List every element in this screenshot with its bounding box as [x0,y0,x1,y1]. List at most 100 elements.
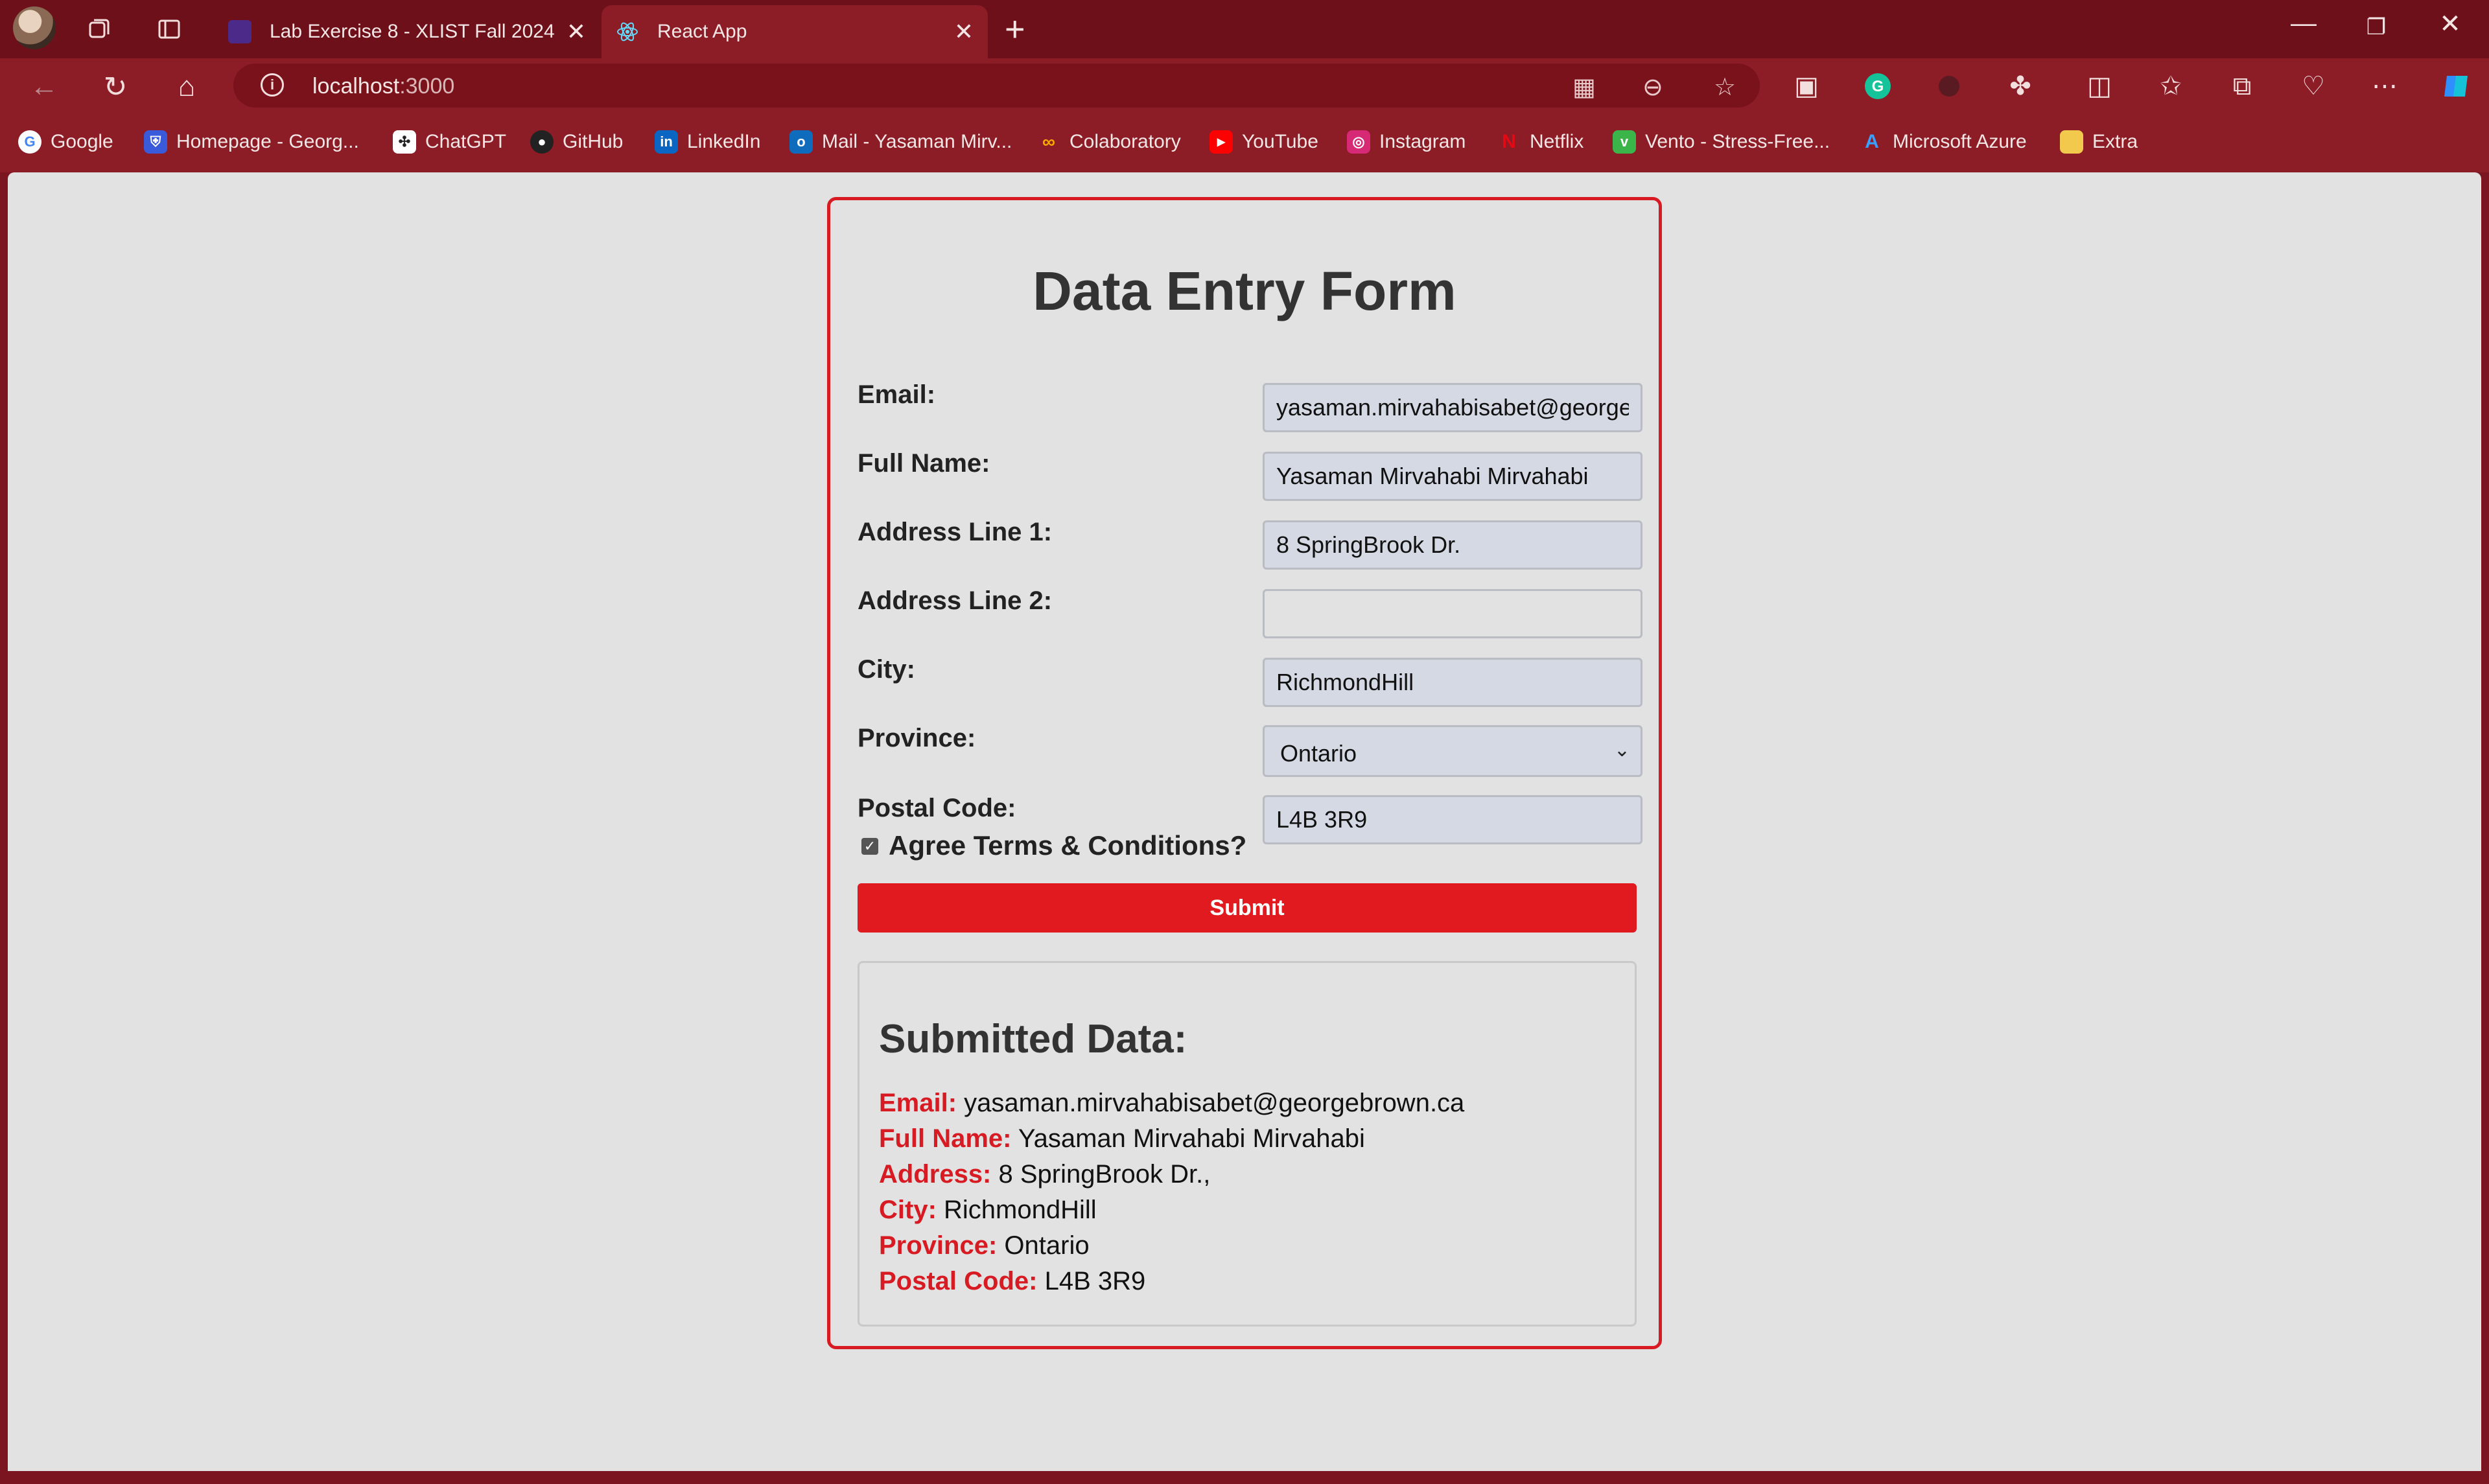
submitted-row-postal-code: Postal Code: L4B 3R9 [879,1267,1146,1295]
grammarly-icon[interactable]: G [1859,67,1897,105]
bookmark-instagram[interactable]: ◎ Instagram [1347,127,1466,157]
bookmark-github[interactable]: ● GitHub [530,127,623,157]
extensions-puzzle-icon[interactable]: ✤ [2002,67,2039,105]
bookmark-label: GitHub [563,131,624,152]
tab-title: React App [657,21,747,42]
address-line-1-field[interactable] [1263,520,1642,570]
new-tab-button[interactable]: + [1005,9,1025,49]
profile-avatar[interactable] [13,6,56,49]
close-tab-icon[interactable]: ✕ [954,18,974,45]
outlook-icon: o [789,130,813,154]
bookmark-mail[interactable]: o Mail - Yasaman Mirv... [789,127,1012,157]
bookmark-label: Google [51,131,113,152]
bookmarks-bar: G Google ⛨ Homepage - Georg... ✣ ChatGPT… [0,114,2489,172]
submitted-heading: Submitted Data: [879,1017,1187,1061]
bookmark-chatgpt[interactable]: ✣ ChatGPT [393,127,506,157]
agree-label: Agree Terms & Conditions? [889,830,1247,861]
refresh-icon[interactable]: ↻ [96,67,135,106]
extension-dark-icon[interactable] [1930,67,1968,105]
google-icon: G [18,130,41,154]
react-icon [616,20,639,43]
instagram-icon: ◎ [1347,130,1370,154]
submitted-row-email: Email: yasaman.mirvahabisabet@georgebrow… [879,1089,1465,1117]
postal-code-field[interactable] [1263,795,1642,844]
bookmark-label: Netflix [1530,131,1584,152]
bookmark-youtube[interactable]: ▶ YouTube [1209,127,1318,157]
city-label: City: [858,655,915,684]
tab-react-app[interactable]: React App ✕ [602,5,988,58]
submitted-row-address: Address: 8 SpringBrook Dr., [879,1160,1211,1188]
bookmark-label: Microsoft Azure [1893,131,2027,152]
bookmark-linkedin[interactable]: in LinkedIn [655,127,760,157]
submitted-data-panel: Submitted Data: Email: yasaman.mirvahabi… [858,961,1637,1327]
linkedin-icon: in [655,130,678,154]
svg-text:G: G [1872,78,1884,95]
workspaces-icon[interactable] [82,12,117,47]
chatgpt-icon: ✣ [393,130,416,154]
browser-essentials-icon[interactable]: ♡ [2295,67,2332,105]
app-available-icon[interactable]: ▦ [1572,73,1596,102]
copilot-icon[interactable] [2437,67,2475,105]
data-entry-form: Data Entry Form Email: Full Name: Addres… [827,197,1662,1349]
tab-strip: Lab Exercise 8 - XLIST Fall 2024 CC ✕ Re… [0,0,2489,58]
bookmark-azure[interactable]: A Microsoft Azure [1860,127,2027,157]
tab-lab-exercise[interactable]: Lab Exercise 8 - XLIST Fall 2024 CC ✕ [214,5,600,58]
close-tab-icon[interactable]: ✕ [567,18,586,45]
bookmark-netflix[interactable]: N Netflix [1497,127,1583,157]
full-name-field[interactable] [1263,452,1642,501]
netflix-icon: N [1502,131,1516,152]
site-info-icon[interactable]: i [261,73,284,97]
bookmark-colaboratory[interactable]: ∞ Colaboratory [1037,127,1181,157]
province-selected-value: Ontario [1280,740,1357,767]
province-select[interactable]: Ontario ⌄ [1263,725,1642,777]
back-icon[interactable]: ← [25,67,64,106]
bookmark-label: Vento - Stress-Free... [1645,131,1830,152]
submitted-row-city: City: RichmondHill [879,1196,1097,1224]
bookmark-homepage[interactable]: ⛨ Homepage - Georg... [144,127,359,157]
address-bar[interactable]: i localhost:3000 ▦ ⊖ ☆ [233,64,1760,108]
bookmark-label: ChatGPT [425,131,507,152]
address-line-2-field[interactable] [1263,589,1642,638]
city-field[interactable] [1263,658,1642,707]
bookmark-label: YouTube [1242,131,1318,152]
close-window-icon[interactable]: ✕ [2424,9,2476,39]
bookmark-label: Colaboratory [1069,131,1181,152]
more-menu-icon[interactable]: ⋯ [2366,67,2403,105]
chevron-down-icon: ⌄ [1613,739,1630,761]
bookmark-extra-folder[interactable]: Extra [2060,127,2138,157]
restore-icon[interactable]: ❐ [2350,14,2402,40]
home-icon[interactable]: ⌂ [167,67,206,106]
form-title: Data Entry Form [1033,261,1456,321]
submit-button[interactable]: Submit [858,883,1637,933]
bookmark-label: LinkedIn [687,131,761,152]
collections-icon[interactable]: ⧉ [2223,67,2261,105]
shield-icon: ⛨ [144,130,167,154]
pocket-icon[interactable]: ▣ [1788,67,1825,105]
page-viewport: Data Entry Form Email: Full Name: Addres… [8,172,2481,1471]
split-screen-icon[interactable]: ◫ [2081,67,2118,105]
bookmark-label: Homepage - Georg... [176,131,359,152]
submitted-row-full-name: Full Name: Yasaman Mirvahabi Mirvahabi [879,1124,1365,1153]
folder-icon [2060,130,2083,154]
youtube-icon: ▶ [1209,130,1233,154]
bookmark-label: Mail - Yasaman Mirv... [822,131,1012,152]
colab-icon: ∞ [1042,132,1055,152]
url-text[interactable]: localhost:3000 [312,74,454,99]
agree-checkbox[interactable]: ✓ [861,838,878,855]
postal-code-label: Postal Code: [858,794,1016,822]
favorite-star-icon[interactable]: ☆ [1714,73,1736,102]
favorites-icon[interactable]: ✩ [2152,67,2190,105]
bookmark-label: Instagram [1379,131,1466,152]
vertical-tabs-icon[interactable] [152,12,187,47]
azure-icon: A [1865,131,1879,152]
province-label: Province: [858,724,976,752]
address-line-2-label: Address Line 2: [858,586,1053,615]
minimize-icon[interactable]: — [2278,9,2330,38]
zoom-out-icon[interactable]: ⊖ [1642,73,1663,102]
bookmark-vento[interactable]: v Vento - Stress-Free... [1613,127,1830,157]
bookmark-google[interactable]: G Google [18,127,113,157]
full-name-label: Full Name: [858,449,990,478]
github-icon: ● [530,130,554,154]
bookmark-label: Extra [2092,131,2138,152]
email-field[interactable] [1263,383,1642,432]
